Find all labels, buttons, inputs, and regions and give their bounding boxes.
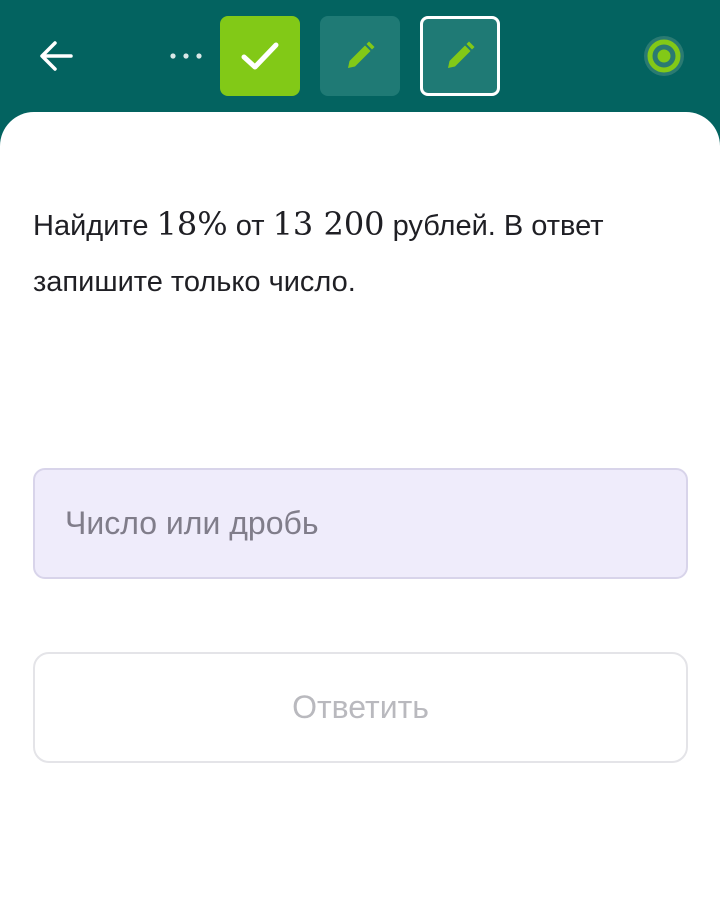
check-icon xyxy=(241,42,279,70)
step-completed-button[interactable] xyxy=(220,16,300,96)
pencil-icon xyxy=(448,41,475,68)
pencil-icon xyxy=(348,41,375,68)
progress-button[interactable] xyxy=(640,32,688,80)
task-amount: 13 200 xyxy=(272,205,385,243)
step-pending-button[interactable] xyxy=(320,16,400,96)
task-statement: Найдите 18% от 13 200 рублей. В ответ за… xyxy=(33,196,673,310)
back-button[interactable] xyxy=(30,30,82,82)
step-current-button[interactable] xyxy=(420,16,500,96)
answer-input[interactable] xyxy=(33,468,688,579)
more-horizontal-icon xyxy=(170,53,202,59)
task-text-start: Найдите xyxy=(33,210,157,242)
more-steps-button[interactable] xyxy=(160,36,212,76)
progress-ring-icon xyxy=(644,36,684,76)
arrow-left-icon xyxy=(40,41,73,71)
submit-answer-button[interactable]: Ответить xyxy=(33,652,688,763)
top-bar xyxy=(0,0,720,130)
task-percent: 18% xyxy=(156,205,228,243)
task-text-middle: от xyxy=(227,210,273,242)
